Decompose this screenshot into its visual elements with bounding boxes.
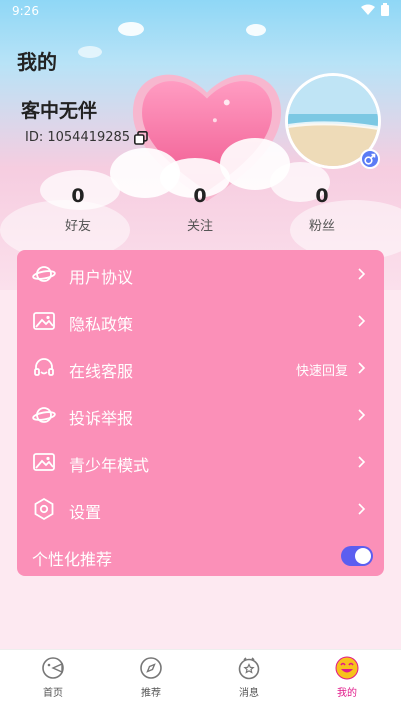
stat-friends-label: 好友 (64, 219, 91, 234)
personalized-recommend-label: 个性化推荐 (32, 550, 113, 569)
stat-following-count: 0 (193, 185, 207, 207)
menu-item-label: 在线客服 (69, 362, 134, 381)
menu-item-label: 投诉举报 (69, 409, 134, 428)
stat-following[interactable]: 0 关注 (160, 185, 240, 234)
menu-item-label: 用户协议 (69, 268, 134, 287)
tab-label: 推荐 (141, 688, 161, 699)
hexagon-settings-icon (34, 497, 54, 521)
bottom-tab-bar: 首页 推荐 消息 我的 (0, 649, 401, 714)
menu-item-label: 青少年模式 (69, 456, 150, 475)
wifi-icon (361, 4, 375, 15)
menu-item-label: 隐私政策 (69, 315, 134, 334)
headset-icon (34, 358, 54, 376)
stat-friends[interactable]: 0 好友 (38, 185, 118, 234)
image-icon (33, 453, 55, 471)
menu-item-online-service[interactable]: 在线客服 快速回复 (17, 344, 384, 391)
menu-item-label: 设置 (69, 503, 102, 522)
user-id-text: ID: 1054419285 (25, 130, 131, 145)
stat-fans[interactable]: 0 粉丝 (282, 185, 362, 234)
tab-messages[interactable]: 消息 (199, 650, 299, 714)
copy-icon[interactable] (134, 130, 148, 145)
tab-label: 消息 (239, 688, 259, 699)
tab-recommend[interactable]: 推荐 (101, 650, 201, 714)
status-time: 9:26 (12, 4, 39, 18)
menu-item-privacy-policy[interactable]: 隐私政策 (17, 297, 384, 344)
chevron-right-icon (358, 268, 366, 280)
sky-cloud (118, 22, 144, 36)
image-icon (33, 312, 55, 330)
personalized-recommend-row: 个性化推荐 (17, 532, 384, 576)
chevron-right-icon (358, 456, 366, 468)
tab-home[interactable]: 首页 (3, 650, 103, 714)
compass-icon (140, 657, 162, 679)
stat-friends-count: 0 (71, 185, 85, 207)
planet-icon (32, 266, 56, 282)
menu-item-youth-mode[interactable]: 青少年模式 (17, 438, 384, 485)
male-gender-icon (360, 149, 380, 169)
user-name: 客中无伴 (21, 100, 98, 122)
stat-following-label: 关注 (186, 219, 213, 234)
chevron-right-icon (358, 503, 366, 515)
chevron-right-icon (358, 362, 366, 374)
chevron-right-icon (358, 409, 366, 421)
tab-mine[interactable]: 我的 (297, 650, 397, 714)
chevron-right-icon (358, 315, 366, 327)
menu-item-user-agreement[interactable]: 用户协议 (17, 250, 384, 297)
settings-menu-card: 用户协议 隐私政策 在线客服 快速回复 投诉举报 青少年模式 设置 个性化推荐 (17, 250, 384, 576)
message-star-icon (238, 657, 260, 680)
personalized-recommend-toggle[interactable] (341, 546, 373, 566)
tab-label: 首页 (43, 688, 63, 699)
battery-icon (381, 3, 389, 16)
home-face-icon (42, 657, 64, 679)
menu-item-settings[interactable]: 设置 (17, 485, 384, 532)
status-bar: 9:26 (0, 0, 401, 24)
page-title: 我的 (17, 50, 57, 74)
smiley-icon (335, 656, 359, 680)
sky-cloud (246, 24, 266, 36)
tab-label: 我的 (337, 688, 357, 699)
menu-item-report[interactable]: 投诉举报 (17, 391, 384, 438)
stat-fans-count: 0 (315, 185, 329, 207)
stat-fans-label: 粉丝 (308, 219, 335, 234)
quick-reply-hint: 快速回复 (295, 364, 348, 379)
planet-icon (32, 407, 56, 423)
stats-row: 0 好友 0 关注 0 粉丝 (0, 185, 401, 241)
sky-cloud (78, 46, 102, 58)
user-id: ID: 1054419285 (25, 130, 148, 145)
